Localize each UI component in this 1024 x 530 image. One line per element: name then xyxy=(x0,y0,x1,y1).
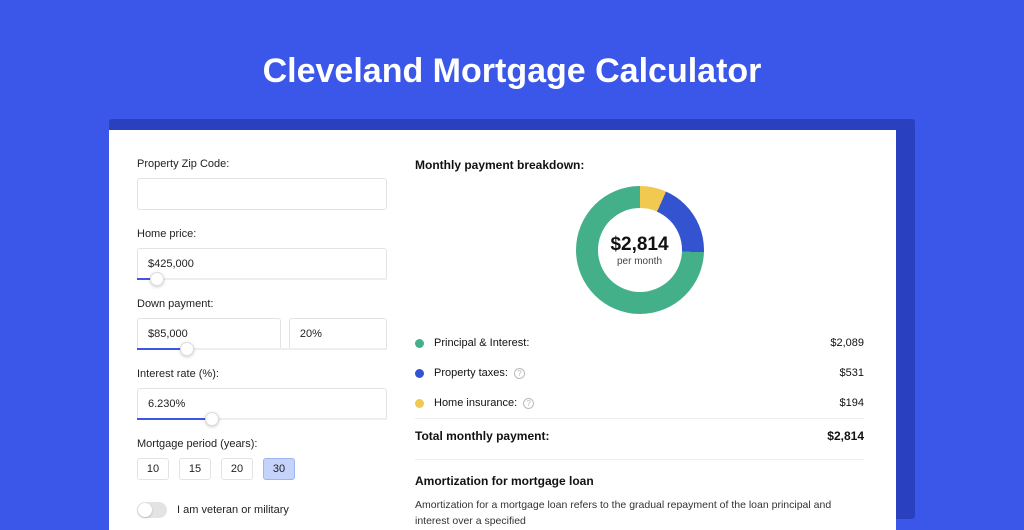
period-option-15[interactable]: 15 xyxy=(179,458,211,480)
calculator-card: Property Zip Code: Home price: Down paym… xyxy=(109,130,896,530)
mortgage-period-field: Mortgage period (years): 10 15 20 30 xyxy=(137,438,387,480)
down-payment-field: Down payment: xyxy=(137,298,387,350)
period-option-30[interactable]: 30 xyxy=(263,458,295,480)
legend-text-insurance: Home insurance: xyxy=(434,397,517,409)
legend-label-insurance: Home insurance: ? xyxy=(434,397,840,409)
down-payment-slider[interactable] xyxy=(137,348,387,350)
legend-text-principal: Principal & Interest: xyxy=(434,337,529,349)
period-option-20[interactable]: 20 xyxy=(221,458,253,480)
zip-label: Property Zip Code: xyxy=(137,158,387,170)
donut-chart: $2,814 per month xyxy=(576,186,704,314)
legend-value-insurance: $194 xyxy=(840,397,864,409)
donut-center: $2,814 per month xyxy=(598,208,682,292)
zip-field: Property Zip Code: xyxy=(137,158,387,210)
down-payment-label: Down payment: xyxy=(137,298,387,310)
veteran-toggle-row: I am veteran or military xyxy=(137,502,387,518)
info-icon[interactable]: ? xyxy=(514,368,525,379)
down-payment-input[interactable] xyxy=(137,318,281,350)
total-row: Total monthly payment: $2,814 xyxy=(415,418,864,459)
home-price-slider-thumb[interactable] xyxy=(150,272,164,286)
legend-value-principal: $2,089 xyxy=(830,337,864,349)
donut-chart-wrap: $2,814 per month xyxy=(415,186,864,314)
period-option-10[interactable]: 10 xyxy=(137,458,169,480)
home-price-field: Home price: xyxy=(137,228,387,280)
total-label: Total monthly payment: xyxy=(415,429,827,443)
legend-row-taxes: Property taxes: ? $531 xyxy=(415,358,864,388)
interest-rate-slider-thumb[interactable] xyxy=(205,412,219,426)
home-price-label: Home price: xyxy=(137,228,387,240)
donut-amount: $2,814 xyxy=(610,234,668,256)
interest-rate-input[interactable] xyxy=(137,388,387,420)
donut-sub: per month xyxy=(617,256,662,267)
legend-dot-insurance xyxy=(415,399,424,408)
interest-rate-slider[interactable] xyxy=(137,418,387,420)
total-value: $2,814 xyxy=(827,429,864,443)
legend-value-taxes: $531 xyxy=(840,367,864,379)
info-icon[interactable]: ? xyxy=(523,398,534,409)
mortgage-period-options: 10 15 20 30 xyxy=(137,458,387,480)
home-price-slider[interactable] xyxy=(137,278,387,280)
legend-label-principal: Principal & Interest: xyxy=(434,337,830,349)
card-backdrop: Property Zip Code: Home price: Down paym… xyxy=(109,119,915,519)
legend-row-principal: Principal & Interest: $2,089 xyxy=(415,328,864,358)
zip-input[interactable] xyxy=(137,178,387,210)
legend-label-taxes: Property taxes: ? xyxy=(434,367,840,379)
amortization-body: Amortization for a mortgage loan refers … xyxy=(415,498,864,530)
amortization-title: Amortization for mortgage loan xyxy=(415,474,864,488)
interest-rate-field: Interest rate (%): xyxy=(137,368,387,420)
veteran-toggle[interactable] xyxy=(137,502,167,518)
amortization-section: Amortization for mortgage loan Amortizat… xyxy=(415,459,864,530)
interest-rate-slider-fill xyxy=(137,418,212,420)
mortgage-period-label: Mortgage period (years): xyxy=(137,438,387,450)
legend-dot-principal xyxy=(415,339,424,348)
home-price-input[interactable] xyxy=(137,248,387,280)
breakdown-column: Monthly payment breakdown: $2,814 per mo… xyxy=(387,158,864,530)
interest-rate-label: Interest rate (%): xyxy=(137,368,387,380)
form-column: Property Zip Code: Home price: Down paym… xyxy=(137,158,387,530)
legend-dot-taxes xyxy=(415,369,424,378)
legend-row-insurance: Home insurance: ? $194 xyxy=(415,388,864,418)
legend-text-taxes: Property taxes: xyxy=(434,367,508,379)
page-title: Cleveland Mortgage Calculator xyxy=(0,0,1024,119)
down-payment-slider-thumb[interactable] xyxy=(180,342,194,356)
down-payment-pct-input[interactable] xyxy=(289,318,387,350)
veteran-toggle-label: I am veteran or military xyxy=(177,504,289,516)
breakdown-title: Monthly payment breakdown: xyxy=(415,158,864,172)
